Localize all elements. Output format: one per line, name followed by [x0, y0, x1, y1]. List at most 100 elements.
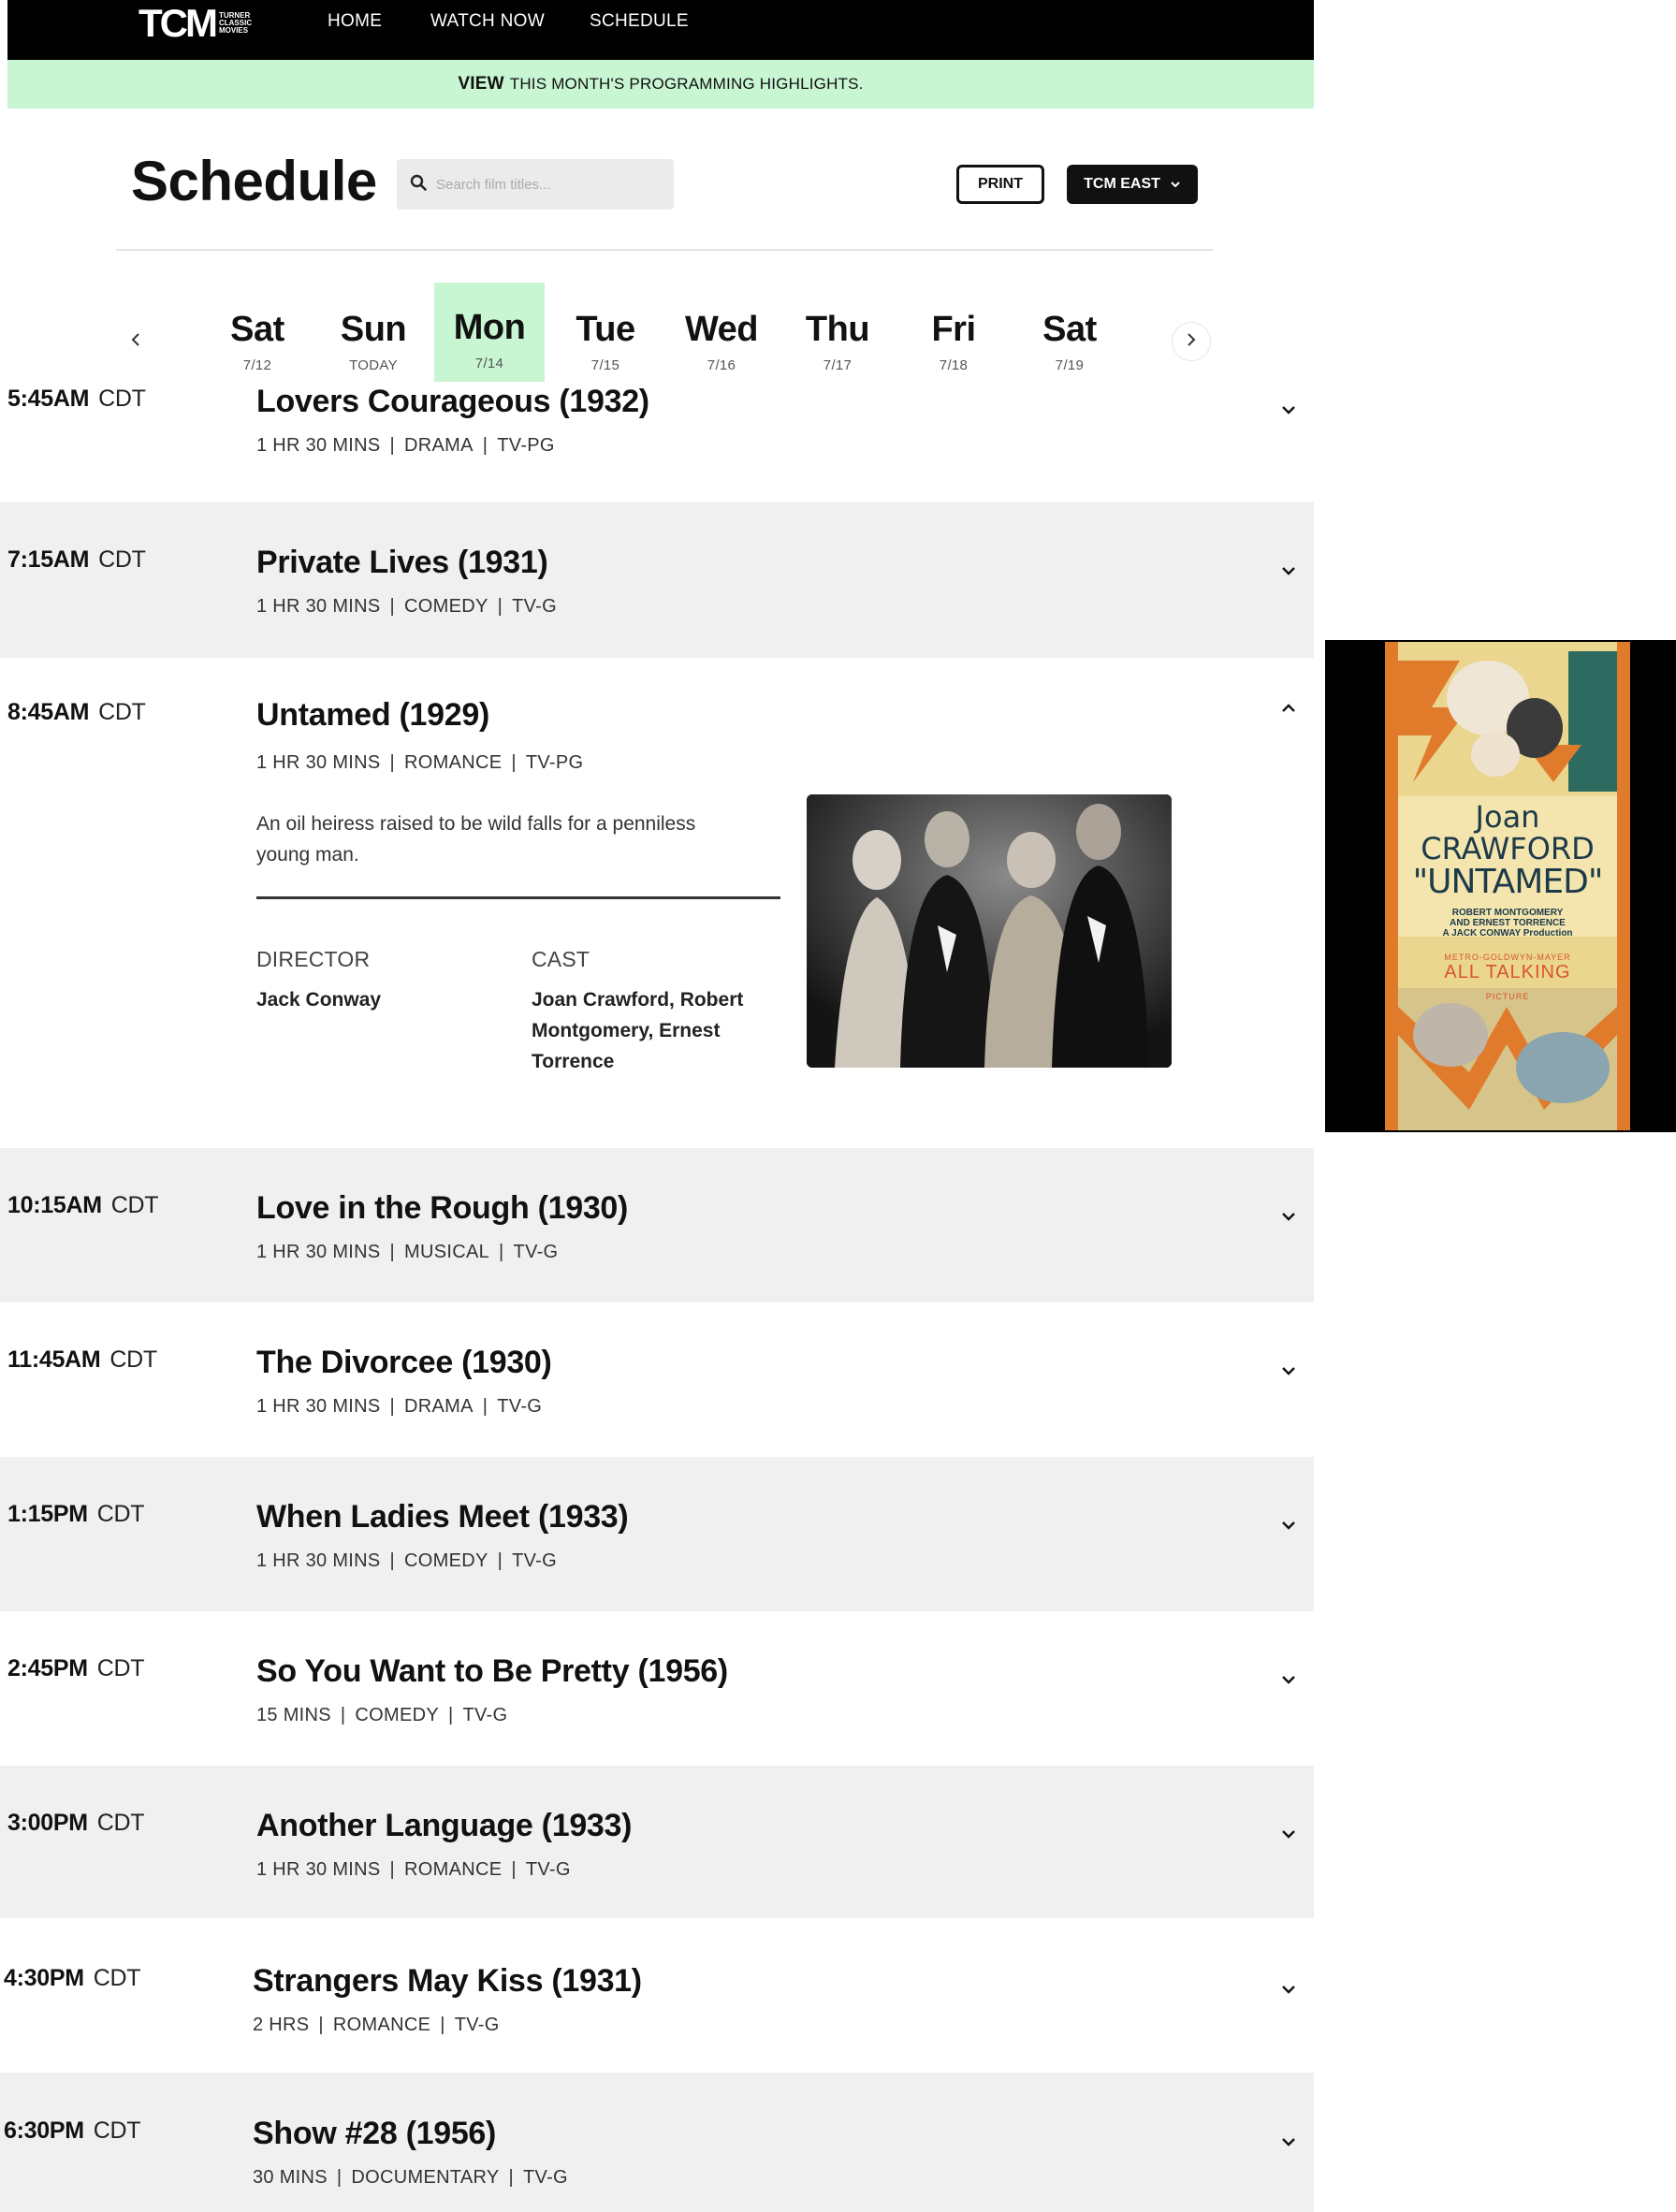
film-title[interactable]: Love in the Rough (1930) [256, 1190, 628, 1226]
film-genre: COMEDY [404, 1550, 488, 1571]
promo-banner[interactable]: VIEW THIS MONTH'S PROGRAMMING HIGHLIGHTS… [7, 60, 1314, 109]
film-rating: TV-G [512, 1550, 557, 1571]
meta-separator: | [389, 596, 396, 617]
airtime-timezone: CDT [98, 386, 146, 412]
day-tab[interactable]: Sat 7/19 [1014, 283, 1125, 382]
film-title[interactable]: Untamed (1929) [256, 697, 489, 733]
film-meta: 1 HR 30 MINS | ROMANCE | TV-G [256, 1858, 571, 1881]
film-runtime: 1 HR 30 MINS [256, 435, 381, 456]
chevron-down-icon [1281, 1672, 1296, 1689]
expand-button[interactable] [1275, 1666, 1303, 1695]
film-genre: ROMANCE [404, 752, 503, 773]
film-runtime: 1 HR 30 MINS [256, 1396, 381, 1417]
chevron-down-icon [1281, 1826, 1296, 1843]
nav-link-schedule[interactable]: SCHEDULE [590, 11, 689, 32]
expand-button[interactable] [1275, 1203, 1303, 1231]
day-prev-button[interactable] [116, 322, 155, 361]
expand-button[interactable] [1275, 558, 1303, 586]
meta-separator: | [499, 1242, 504, 1262]
schedule-row[interactable]: 11:45AM CDT The Divorcee (1930) 1 HR 30 MIN… [0, 1302, 1314, 1457]
film-title[interactable]: Strangers May Kiss (1931) [253, 1963, 642, 1999]
film-title[interactable]: Lovers Courageous (1932) [256, 384, 649, 419]
film-meta: 1 HR 30 MINS | ROMANCE | TV-PG [256, 751, 583, 774]
schedule-row[interactable]: 6:30PM CDT Show #28 (1956) 30 MINS | DOCUMENT… [0, 2073, 1314, 2212]
film-rating: TV-G [462, 1705, 508, 1725]
meta-separator: | [389, 1550, 396, 1571]
schedule-row[interactable]: 5:45AM CDT Lovers Courageous (1932) 1 HR 30… [0, 382, 1314, 502]
collapse-button[interactable] [1275, 695, 1303, 723]
film-title[interactable]: So You Want to Be Pretty (1956) [256, 1653, 728, 1689]
airtime-timezone: CDT [96, 1501, 145, 1527]
meta-separator: | [511, 1859, 517, 1880]
day-tab[interactable]: Fri 7/18 [898, 283, 1009, 382]
schedule-row[interactable]: 3:00PM CDT Another Language (1933) 1 HR 30 … [0, 1766, 1314, 1918]
poster-tagline: METRO-GOLDWYN-MAYER ALL TALKING PICTURE [1413, 953, 1602, 1005]
logo-sub-line: MOVIES [218, 26, 249, 35]
film-synopsis: An oil heiress raised to be wild falls f… [256, 813, 696, 866]
tcm-logo[interactable]: TCM TURNER CLASSIC MOVIES [138, 4, 264, 43]
schedule-row[interactable]: 7:15AM CDT Private Lives (1931) 1 HR 30 MIN… [0, 502, 1314, 658]
chevron-down-icon [1281, 2134, 1296, 2151]
promo-text: THIS MONTH'S PROGRAMMING HIGHLIGHTS. [509, 75, 864, 93]
day-tab-name: Sun [340, 310, 407, 349]
day-tab[interactable]: Sat 7/12 [202, 283, 313, 382]
expand-button[interactable] [1275, 1512, 1303, 1540]
day-next-button[interactable] [1172, 322, 1211, 361]
expand-button[interactable] [1275, 1358, 1303, 1386]
day-tab[interactable]: Thu 7/17 [782, 283, 893, 382]
film-title[interactable]: The Divorcee (1930) [256, 1345, 552, 1380]
film-runtime: 1 HR 30 MINS [256, 596, 381, 617]
day-tab[interactable]: Mon 7/14 [434, 283, 545, 382]
day-tab[interactable]: Sun TODAY [318, 283, 429, 382]
day-tab-date: 7/15 [590, 357, 620, 373]
airtime-value: 7:15AM [7, 546, 90, 573]
print-button[interactable]: PRINT [956, 165, 1044, 204]
film-meta: 1 HR 30 MINS | MUSICAL | TV-G [256, 1241, 558, 1263]
poster-credit-line: ROBERT MONTGOMERY [1451, 908, 1564, 918]
film-meta: 1 HR 30 MINS | DRAMA | TV-G [256, 1395, 542, 1418]
meta-separator: | [336, 2167, 342, 2188]
day-tab-date: TODAY [349, 357, 398, 373]
film-title[interactable]: When Ladies Meet (1933) [256, 1499, 629, 1535]
meta-separator: | [482, 435, 488, 456]
schedule-row[interactable]: 10:15AM CDT Love in the Rough (1930) 1 HR 3… [0, 1148, 1314, 1302]
film-rating: TV-PG [525, 752, 584, 773]
chevron-up-icon [1281, 701, 1296, 718]
film-title[interactable]: Private Lives (1931) [256, 545, 548, 580]
film-genre: ROMANCE [404, 1859, 503, 1880]
poster-credits: ROBERT MONTGOMERY AND ERNEST TORRENCE A … [1413, 908, 1602, 939]
chevron-right-icon [1186, 331, 1197, 353]
search-input[interactable] [436, 176, 661, 193]
airtime-value: 4:30PM [4, 1965, 84, 1991]
airtime-timezone: CDT [98, 546, 146, 573]
feed-select-button[interactable]: TCM EAST [1067, 165, 1198, 204]
airtime-value: 1:15PM [7, 1501, 88, 1527]
expand-button[interactable] [1275, 2129, 1303, 2157]
logo-subtitle: TURNER CLASSIC MOVIES [219, 12, 264, 35]
film-rating: TV-G [497, 1396, 543, 1417]
airtime-timezone: CDT [96, 1655, 145, 1681]
schedule-row[interactable]: 4:30PM CDT Strangers May Kiss (1931) 2 HRS |… [0, 1918, 1314, 2073]
nav-link-home[interactable]: HOME [328, 11, 382, 32]
search-box[interactable] [397, 159, 674, 210]
day-tab[interactable]: Wed 7/16 [666, 283, 777, 382]
cast-label: CAST [532, 947, 590, 971]
film-title[interactable]: Another Language (1933) [256, 1808, 632, 1843]
expand-button[interactable] [1275, 1976, 1303, 2004]
chevron-down-icon [1281, 1982, 1296, 1999]
expand-button[interactable] [1275, 1821, 1303, 1849]
schedule-row[interactable]: 1:15PM CDT When Ladies Meet (1933) 1 HR 30 … [0, 1457, 1314, 1611]
header-divider [116, 249, 1213, 251]
airtime: 4:30PM CDT [4, 1965, 141, 1991]
promo-strong: VIEW [458, 74, 504, 94]
expand-button[interactable] [1275, 397, 1303, 425]
film-meta: 30 MINS | DOCUMENTARY | TV-G [253, 2166, 568, 2189]
schedule-row[interactable]: 2:45PM CDT So You Want to Be Pretty (1956)… [0, 1611, 1314, 1766]
film-title[interactable]: Show #28 (1956) [253, 2116, 496, 2151]
day-tab[interactable]: Tue 7/15 [550, 283, 661, 382]
nav-link-watch-now[interactable]: WATCH NOW [430, 11, 545, 32]
airtime: 8:45AM CDT [7, 699, 146, 725]
film-runtime: 15 MINS [256, 1705, 331, 1725]
film-runtime: 1 HR 30 MINS [256, 1242, 381, 1262]
day-tab-name: Mon [453, 308, 526, 347]
